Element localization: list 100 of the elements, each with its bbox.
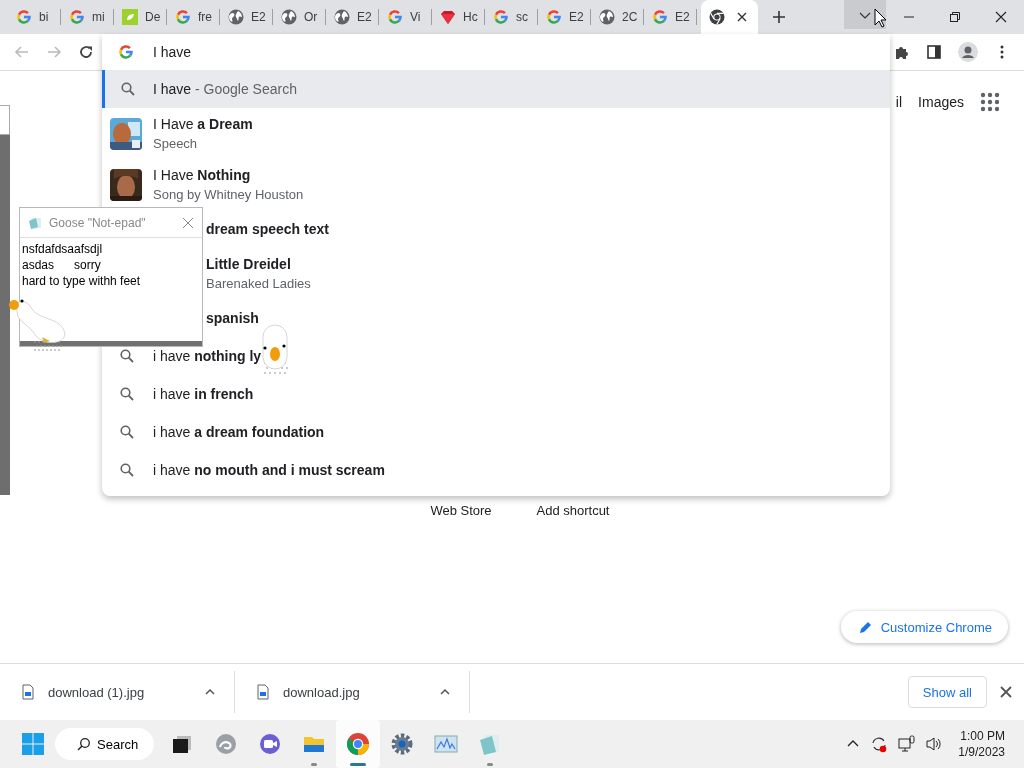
text-line: nsfdafdsaafsdjl <box>22 241 104 257</box>
suggestion-text: I have - Google Search <box>153 81 297 97</box>
google-icon <box>175 9 191 25</box>
suggestion-text: i have a dream foundation <box>153 424 325 440</box>
browser-tab[interactable]: 2C <box>591 0 644 34</box>
google-icon <box>69 9 85 25</box>
browser-tab[interactable]: E2 <box>220 0 273 34</box>
shortcut-link[interactable]: Web Store <box>405 503 517 518</box>
page-link[interactable]: Images <box>918 94 964 110</box>
image-file-icon <box>257 684 269 700</box>
globe-icon <box>599 9 615 25</box>
search-icon <box>77 737 91 751</box>
running-indicator <box>311 763 318 766</box>
google-icon <box>16 9 32 25</box>
suggestion-text: dream speech text <box>206 221 329 237</box>
suggestion-text: I Have Nothing <box>153 167 252 183</box>
sync-icon[interactable] <box>870 735 889 753</box>
browser-tab[interactable]: sc <box>485 0 538 34</box>
google-icon <box>546 9 562 25</box>
puzzle-icon[interactable] <box>894 44 910 60</box>
browser-tab[interactable]: E2 <box>326 0 379 34</box>
start-icon[interactable] <box>21 732 45 756</box>
browser-tab[interactable]: E2 <box>644 0 697 34</box>
browser-tab[interactable]: Vi <box>379 0 432 34</box>
customize-button[interactable]: Customize Chrome <box>840 611 1008 643</box>
browser-tab[interactable]: bi <box>8 0 61 34</box>
browser-tab[interactable]: fre <box>167 0 220 34</box>
restore-icon[interactable] <box>949 11 961 23</box>
chrome-icon[interactable] <box>346 732 371 756</box>
new-tab-icon[interactable] <box>772 10 786 24</box>
suggestion-text: i have in french <box>153 386 254 402</box>
suggestion-text: i have no mouth and i must scream <box>153 462 385 478</box>
globe-icon <box>228 9 244 25</box>
suggestion-item[interactable]: I have - Google Search <box>102 70 890 108</box>
browser-tab[interactable]: E2 <box>538 0 591 34</box>
suggestion-item[interactable]: i have in french <box>102 375 890 413</box>
pencil-icon <box>858 620 873 634</box>
browser-tab[interactable]: Hc <box>432 0 485 34</box>
running-indicator <box>487 763 494 766</box>
clock[interactable]: 1:00 PM 1/9/2023 <box>958 728 1005 760</box>
shortcut-link[interactable]: Add shortcut <box>517 503 629 518</box>
text-line: asdas sorry <box>22 257 102 273</box>
image-file-icon <box>22 684 34 700</box>
pointer-icon <box>874 8 886 28</box>
side-panel-icon[interactable] <box>926 44 942 60</box>
browser-tab[interactable]: Or <box>273 0 326 34</box>
browser-tab[interactable]: De <box>114 0 167 34</box>
suggestion-subtitle: Speech <box>153 136 199 151</box>
search-icon <box>118 462 135 478</box>
download-item[interactable]: download (1).jpg <box>0 671 235 713</box>
network-icon[interactable] <box>898 735 917 753</box>
close-icon[interactable] <box>995 11 1007 23</box>
text-line: hard to type withh feet <box>22 273 142 289</box>
window-title: Goose "Not-epad" <box>49 215 147 230</box>
browser-tab[interactable]: mi <box>61 0 114 34</box>
suggestion-item[interactable]: spanish <box>204 299 890 337</box>
globe-icon <box>281 9 297 25</box>
suggestion-item[interactable]: Little Dreidel Barenaked Ladies <box>204 248 890 299</box>
clock-date: 1/9/2023 <box>958 744 1005 760</box>
download-item[interactable]: download.jpg <box>235 671 470 713</box>
browser-icon[interactable] <box>214 732 239 756</box>
file-name: download (1).jpg <box>48 684 146 700</box>
gear-icon[interactable] <box>390 732 415 756</box>
chrome-icon <box>709 9 725 25</box>
search-icon <box>118 348 135 364</box>
google-icon <box>493 9 509 25</box>
close-icon[interactable] <box>737 12 747 22</box>
globe-icon <box>334 9 350 25</box>
suggestion-item[interactable]: I Have Nothing Song by Whitney Houston <box>102 159 890 210</box>
apps-icon[interactable] <box>980 92 1000 112</box>
suggestion-text: i have nothing ly <box>153 348 262 364</box>
suggestion-subtitle: Barenaked Ladies <box>206 276 311 291</box>
suggestion-item[interactable]: dream speech text <box>204 210 890 248</box>
search-icon <box>118 424 135 440</box>
suggestion-item[interactable]: I Have a Dream Speech <box>102 108 890 159</box>
suggestion-text: Little Dreidel <box>206 256 292 272</box>
leaf-icon <box>122 9 138 25</box>
suggestion-item[interactable]: i have no mouth and i must scream <box>102 451 890 489</box>
notepad-icon <box>28 215 42 230</box>
search-icon <box>118 386 135 402</box>
show-all-button[interactable]: Show all <box>907 676 987 708</box>
reload-icon[interactable] <box>78 44 94 60</box>
suggestion-text: I Have a Dream <box>153 116 253 132</box>
clock-time: 1:00 PM <box>960 728 1005 744</box>
close-icon[interactable] <box>1000 686 1012 698</box>
video-chat-icon[interactable] <box>258 732 283 756</box>
search-icon <box>120 81 136 97</box>
google-icon <box>118 44 134 60</box>
file-name: download.jpg <box>283 684 361 700</box>
google-icon <box>387 9 403 25</box>
chart-window-icon[interactable] <box>434 732 459 756</box>
search-button[interactable]: Search <box>55 728 155 760</box>
browser-tab[interactable] <box>701 0 758 34</box>
address-field[interactable]: I have <box>102 34 890 70</box>
suggestion-text: spanish <box>206 310 259 326</box>
running-indicator <box>350 763 367 766</box>
suggestion-item[interactable]: i have a dream foundation <box>102 413 890 451</box>
page-link[interactable]: il <box>895 94 903 110</box>
gem-icon <box>440 9 456 25</box>
profile-icon[interactable] <box>958 42 978 62</box>
